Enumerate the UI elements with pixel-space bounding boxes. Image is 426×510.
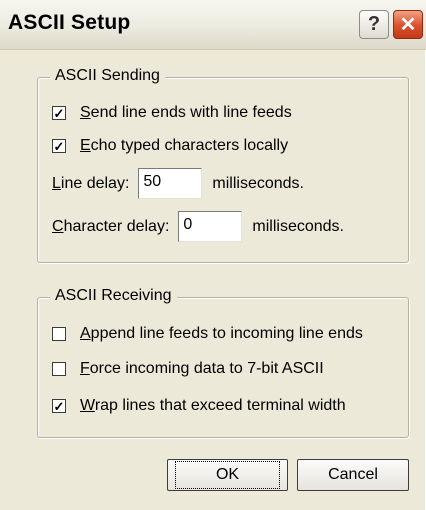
- ok-button[interactable]: OK: [167, 459, 288, 491]
- send-line-ends-checkbox[interactable]: [52, 106, 66, 120]
- append-line-feeds-checkbox-row[interactable]: Append line feeds to incoming line ends: [52, 325, 363, 343]
- line-delay-label: Line delay:: [52, 174, 130, 192]
- force-7bit-checkbox[interactable]: [52, 362, 66, 376]
- line-delay-input[interactable]: 50: [138, 168, 203, 199]
- cancel-button[interactable]: Cancel: [297, 459, 409, 491]
- ok-button-label: OK: [174, 461, 281, 489]
- append-line-feeds-checkbox[interactable]: [52, 327, 66, 341]
- close-button[interactable]: ✕: [393, 10, 423, 39]
- force-7bit-checkbox-row[interactable]: Force incoming data to 7-bit ASCII: [52, 360, 324, 378]
- title-bar[interactable]: ASCII Setup ? ✕: [0, 0, 426, 50]
- dialog-title: ASCII Setup: [8, 11, 131, 34]
- echo-typed-checkbox[interactable]: [52, 139, 66, 153]
- ascii-setup-dialog: ASCII Setup ? ✕ ASCII Sending Send line …: [0, 0, 426, 510]
- cancel-button-label: Cancel: [328, 466, 378, 483]
- ascii-receiving-label: ASCII Receiving: [50, 287, 177, 305]
- line-delay-units: milliseconds.: [212, 174, 304, 192]
- character-delay-row: Character delay: 0 milliseconds.: [52, 211, 344, 242]
- wrap-lines-checkbox-row[interactable]: Wrap lines that exceed terminal width: [52, 397, 346, 415]
- append-line-feeds-label: Append line feeds to incoming line ends: [80, 325, 363, 342]
- help-button[interactable]: ?: [359, 10, 389, 39]
- character-delay-label: Character delay:: [52, 217, 170, 235]
- force-7bit-label: Force incoming data to 7-bit ASCII: [80, 360, 324, 377]
- character-delay-units: milliseconds.: [252, 217, 344, 235]
- line-delay-row: Line delay: 50 milliseconds.: [52, 168, 304, 199]
- character-delay-input[interactable]: 0: [178, 211, 243, 242]
- close-icon: ✕: [399, 14, 417, 36]
- ascii-sending-label: ASCII Sending: [50, 67, 165, 85]
- echo-typed-checkbox-row[interactable]: Echo typed characters locally: [52, 137, 288, 155]
- send-line-ends-label: Send line ends with line feeds: [80, 104, 292, 121]
- wrap-lines-label: Wrap lines that exceed terminal width: [80, 397, 346, 414]
- help-icon: ?: [367, 13, 381, 35]
- send-line-ends-checkbox-row[interactable]: Send line ends with line feeds: [52, 104, 292, 122]
- echo-typed-label: Echo typed characters locally: [80, 137, 289, 154]
- wrap-lines-checkbox[interactable]: [52, 399, 66, 413]
